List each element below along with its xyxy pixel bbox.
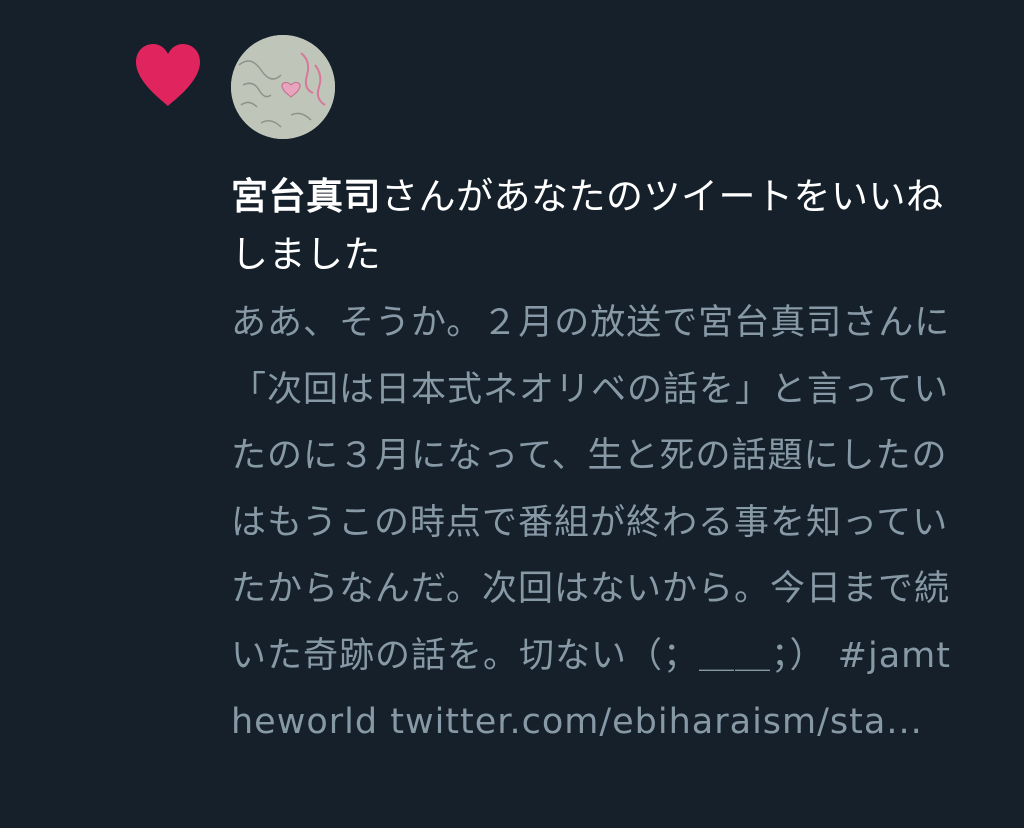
notification-content: 宮台真司さんがあなたのツイートをいいねしました ああ、そうか。２月の放送で宮台真… (231, 168, 951, 756)
tweet-text[interactable]: ああ、そうか。２月の放送で宮台真司さんに「次回は日本式ネオリベの話を」と言ってい… (231, 290, 951, 756)
like-notification[interactable]: 宮台真司さんがあなたのツイートをいいねしました ああ、そうか。２月の放送で宮台真… (0, 0, 1024, 828)
heart-icon (136, 44, 200, 106)
notification-headline: 宮台真司さんがあなたのツイートをいいねしました (231, 168, 951, 284)
tweet-link[interactable]: twitter.com/ebiharaism/sta... (390, 702, 922, 742)
avatar-image (231, 35, 335, 139)
user-name[interactable]: 宮台真司 (231, 175, 381, 218)
tweet-body: ああ、そうか。２月の放送で宮台真司さんに「次回は日本式ネオリベの話を」と言ってい… (231, 303, 951, 676)
avatar[interactable] (231, 35, 335, 139)
